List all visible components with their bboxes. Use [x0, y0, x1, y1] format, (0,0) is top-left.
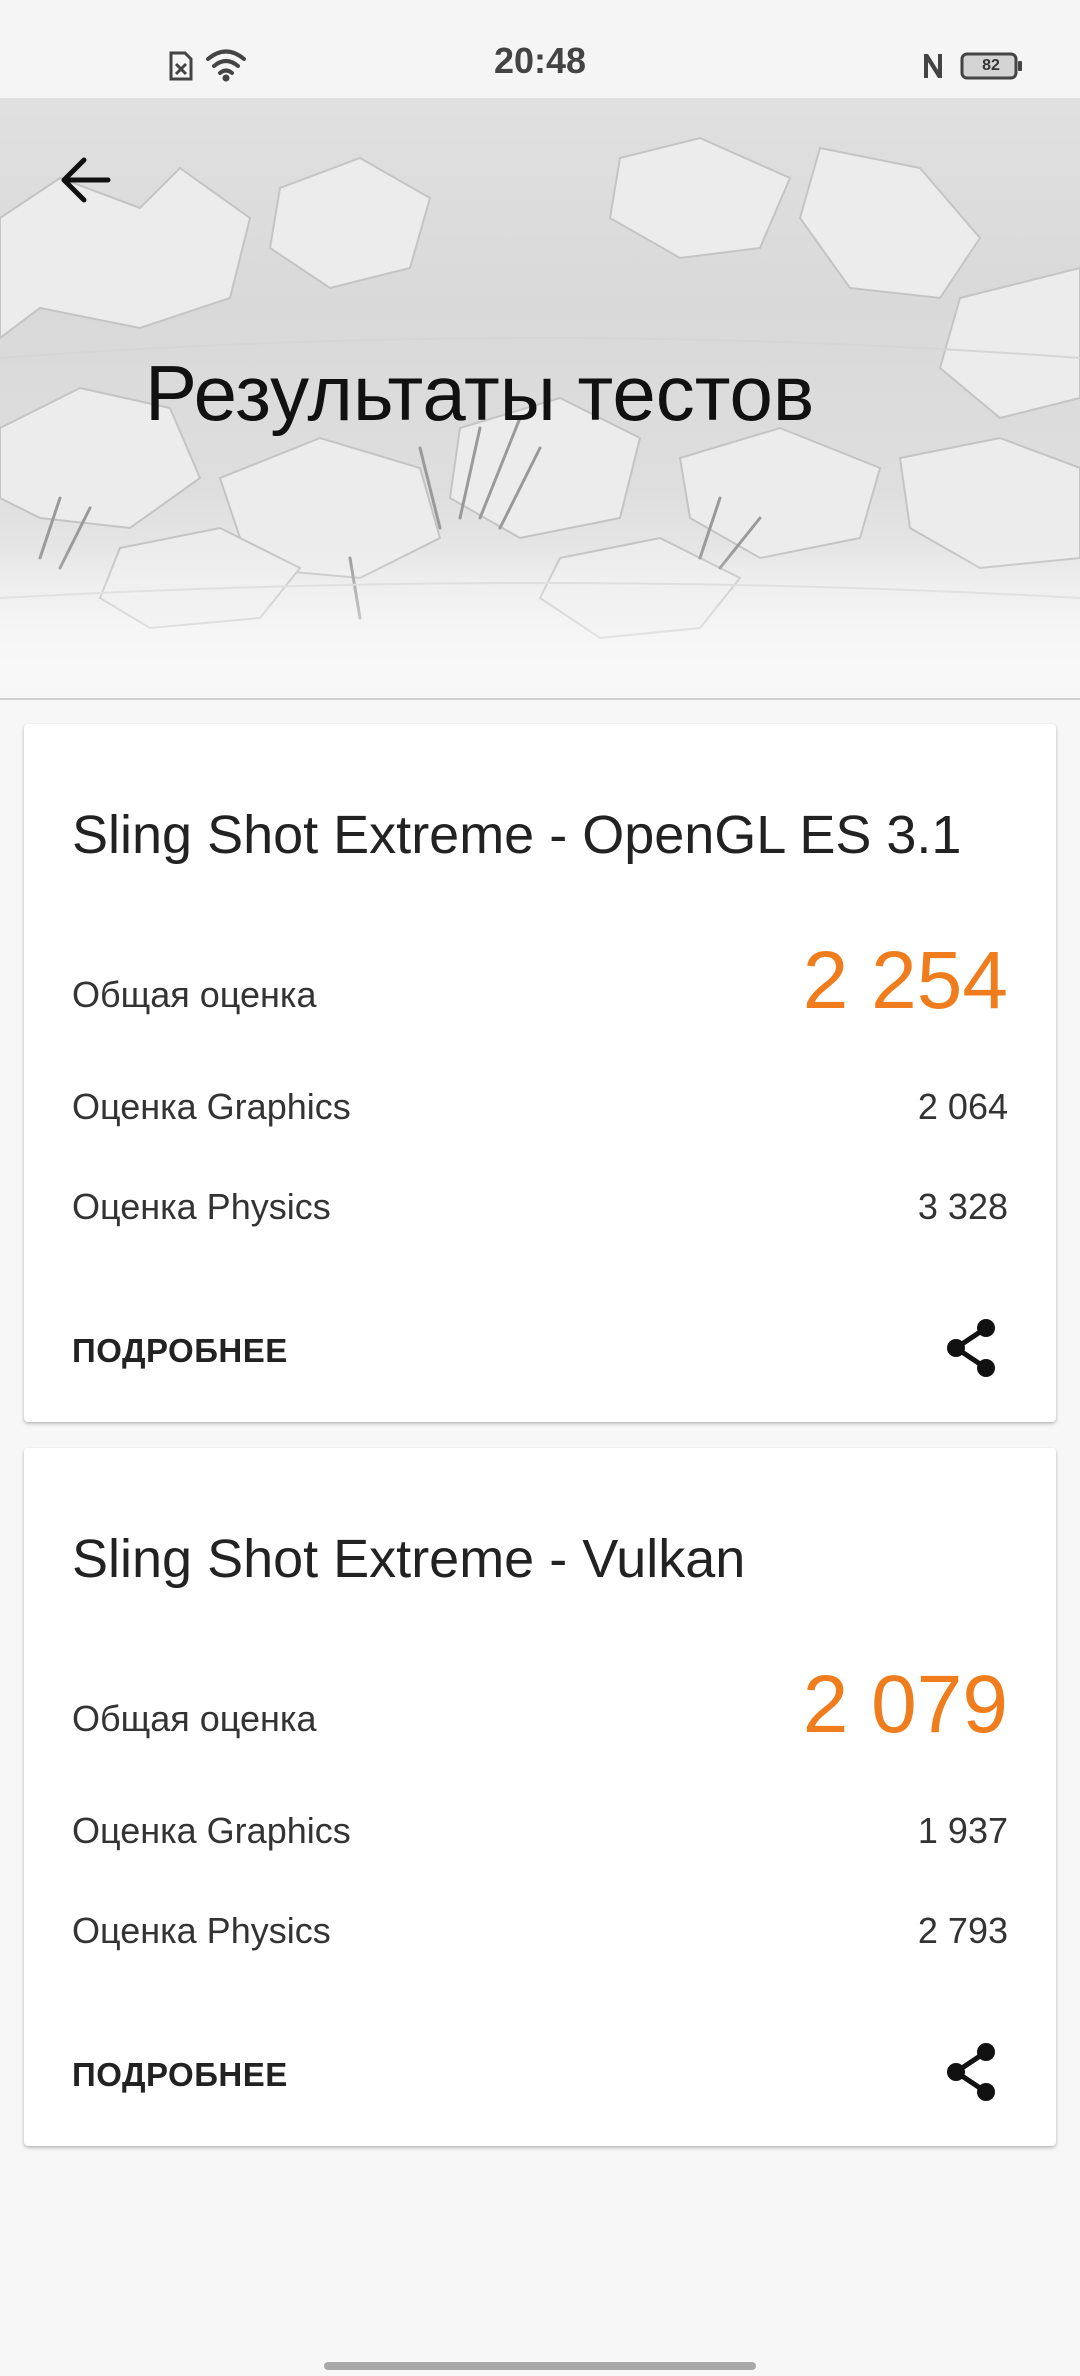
battery-level: 82: [982, 57, 1000, 74]
physics-score-value: 3 328: [917, 1186, 1008, 1227]
graphics-score-value: 2 064: [917, 1086, 1008, 1127]
overall-score-label: Общая оценка: [72, 1698, 317, 1739]
result-card-opengl: Sling Shot Extreme - OpenGL ES 3.1 Общая…: [24, 724, 1056, 1422]
share-icon[interactable]: [936, 1312, 1008, 1384]
graphics-score-value: 1 937: [917, 1810, 1008, 1851]
overall-score-label: Общая оценка: [72, 974, 317, 1015]
card-title: Sling Shot Extreme - OpenGL ES 3.1: [72, 805, 962, 865]
details-button[interactable]: ПОДРОБНЕЕ: [72, 2056, 288, 2094]
physics-score-label: Оценка Physics: [72, 1910, 331, 1951]
overall-score-value: 2 079: [802, 1659, 1008, 1750]
home-indicator[interactable]: [324, 2362, 756, 2370]
physics-score-value: 2 793: [917, 1910, 1008, 1951]
back-arrow-icon[interactable]: [50, 144, 122, 216]
result-card-vulkan: Sling Shot Extreme - Vulkan Общая оценка…: [24, 1448, 1056, 2146]
graphics-score-label: Оценка Graphics: [72, 1810, 351, 1851]
share-icon[interactable]: [936, 2036, 1008, 2108]
status-bar: 20:48 82: [0, 0, 1080, 98]
overall-score-value: 2 254: [802, 935, 1008, 1026]
card-title: Sling Shot Extreme - Vulkan: [72, 1529, 746, 1589]
status-time: 20:48: [493, 40, 587, 81]
header-hero: Результаты тестов: [0, 98, 1080, 700]
nfc-icon: [924, 54, 942, 78]
physics-score-label: Оценка Physics: [72, 1186, 331, 1227]
page-title: Результаты тестов: [145, 349, 815, 437]
details-button[interactable]: ПОДРОБНЕЕ: [72, 1332, 288, 1370]
graphics-score-label: Оценка Graphics: [72, 1086, 351, 1127]
